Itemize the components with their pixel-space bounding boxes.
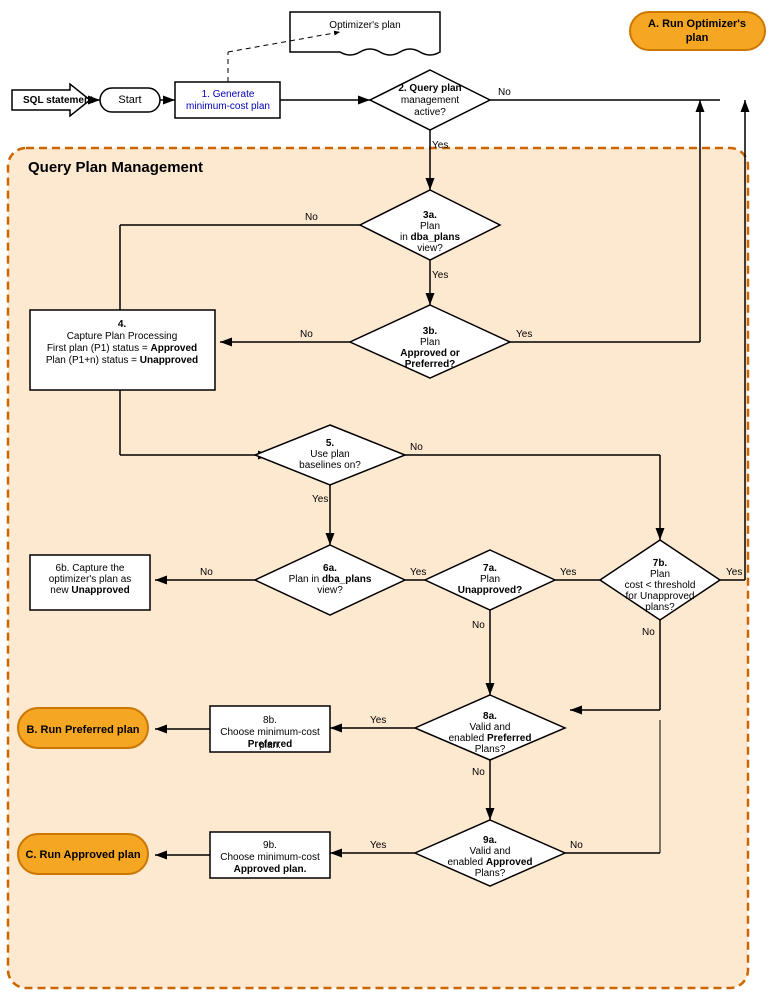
svg-text:No: No — [472, 620, 485, 631]
svg-text:Plan: Plan — [420, 337, 440, 348]
svg-text:Unapproved?: Unapproved? — [458, 585, 522, 596]
svg-text:plan: plan — [686, 32, 709, 44]
svg-text:Yes: Yes — [516, 329, 532, 340]
svg-text:minimum-cost plan: minimum-cost plan — [186, 101, 270, 112]
svg-text:B. Run Preferred plan: B. Run Preferred plan — [26, 724, 139, 736]
svg-text:Valid and: Valid and — [470, 722, 511, 733]
svg-text:3b.: 3b. — [423, 326, 438, 337]
svg-text:7a.: 7a. — [483, 563, 497, 574]
svg-text:Yes: Yes — [370, 840, 386, 851]
svg-text:A. Run Optimizer's: A. Run Optimizer's — [648, 18, 746, 30]
svg-text:No: No — [305, 212, 318, 223]
svg-text:in dba_plans: in dba_plans — [400, 232, 460, 243]
svg-text:Plan in dba_plans: Plan in dba_plans — [289, 574, 372, 585]
svg-text:No: No — [472, 767, 485, 778]
svg-text:No: No — [642, 627, 655, 638]
svg-text:Yes: Yes — [312, 494, 328, 505]
svg-text:5.: 5. — [326, 438, 335, 449]
svg-text:Capture Plan Processing: Capture Plan Processing — [67, 331, 178, 342]
svg-text:8a.: 8a. — [483, 711, 497, 722]
svg-text:8b.: 8b. — [263, 715, 277, 726]
svg-text:active?: active? — [414, 107, 446, 118]
svg-text:No: No — [498, 87, 511, 98]
svg-text:Plan: Plan — [650, 569, 670, 580]
svg-text:Yes: Yes — [432, 140, 448, 151]
svg-text:No: No — [300, 329, 313, 340]
diagram-container: SQL statement Start 1. Generate minimum-… — [0, 0, 775, 1004]
svg-text:C. Run Approved plan: C. Run Approved plan — [25, 849, 140, 861]
svg-text:management: management — [401, 95, 460, 106]
svg-text:First plan (P1) status = Appro: First plan (P1) status = Approved — [47, 343, 197, 354]
svg-text:Plan (P1+n) status = Unapprove: Plan (P1+n) status = Unapproved — [46, 355, 198, 366]
svg-text:Use plan: Use plan — [310, 449, 349, 460]
svg-text:7b.: 7b. — [653, 558, 668, 569]
svg-text:Plan: Plan — [420, 221, 440, 232]
svg-text:Valid and: Valid and — [470, 846, 511, 857]
svg-text:new Unapproved: new Unapproved — [50, 585, 129, 596]
svg-text:4.: 4. — [118, 319, 127, 330]
svg-text:SQL statement: SQL statement — [23, 95, 94, 106]
svg-text:Yes: Yes — [560, 567, 576, 578]
svg-text:2. Query plan: 2. Query plan — [398, 83, 461, 94]
svg-text:Yes: Yes — [726, 567, 742, 578]
svg-text:view?: view? — [417, 243, 443, 254]
svg-text:optimizer's plan as: optimizer's plan as — [49, 574, 132, 585]
svg-text:Yes: Yes — [370, 715, 386, 726]
svg-text:view?: view? — [317, 585, 343, 596]
svg-text:plan.: plan. — [259, 740, 281, 751]
svg-text:No: No — [410, 442, 423, 453]
svg-text:Optimizer's plan: Optimizer's plan — [329, 20, 400, 31]
svg-text:Query Plan Management: Query Plan Management — [28, 159, 203, 176]
svg-text:plans?: plans? — [645, 602, 675, 613]
svg-text:Choose minimum-cost: Choose minimum-cost — [220, 852, 320, 863]
svg-text:Start: Start — [118, 94, 141, 106]
svg-text:Approved or: Approved or — [400, 348, 460, 359]
svg-text:Approved plan.: Approved plan. — [234, 864, 307, 875]
svg-text:enabled Preferred: enabled Preferred — [449, 733, 532, 744]
svg-text:enabled Approved: enabled Approved — [447, 857, 532, 868]
svg-text:3a.: 3a. — [423, 210, 437, 221]
svg-text:Preferred?: Preferred? — [405, 359, 456, 370]
svg-text:cost < threshold: cost < threshold — [625, 580, 696, 591]
svg-text:No: No — [200, 567, 213, 578]
svg-text:Yes: Yes — [410, 567, 426, 578]
svg-text:Yes: Yes — [432, 270, 448, 281]
svg-text:Plans?: Plans? — [475, 744, 506, 755]
svg-text:6b. Capture the: 6b. Capture the — [56, 563, 125, 574]
svg-text:6a.: 6a. — [323, 563, 337, 574]
svg-text:for Unapproved: for Unapproved — [626, 591, 695, 602]
svg-text:baselines on?: baselines on? — [299, 460, 361, 471]
svg-text:1. Generate: 1. Generate — [202, 89, 255, 100]
svg-text:No: No — [570, 840, 583, 851]
svg-text:9a.: 9a. — [483, 835, 497, 846]
svg-text:9b.: 9b. — [263, 840, 277, 851]
svg-text:Choose minimum-cost: Choose minimum-cost — [220, 727, 320, 738]
svg-text:Plan: Plan — [480, 574, 500, 585]
svg-text:Preferred: Preferred — [248, 739, 292, 750]
svg-text:Plans?: Plans? — [475, 868, 506, 879]
